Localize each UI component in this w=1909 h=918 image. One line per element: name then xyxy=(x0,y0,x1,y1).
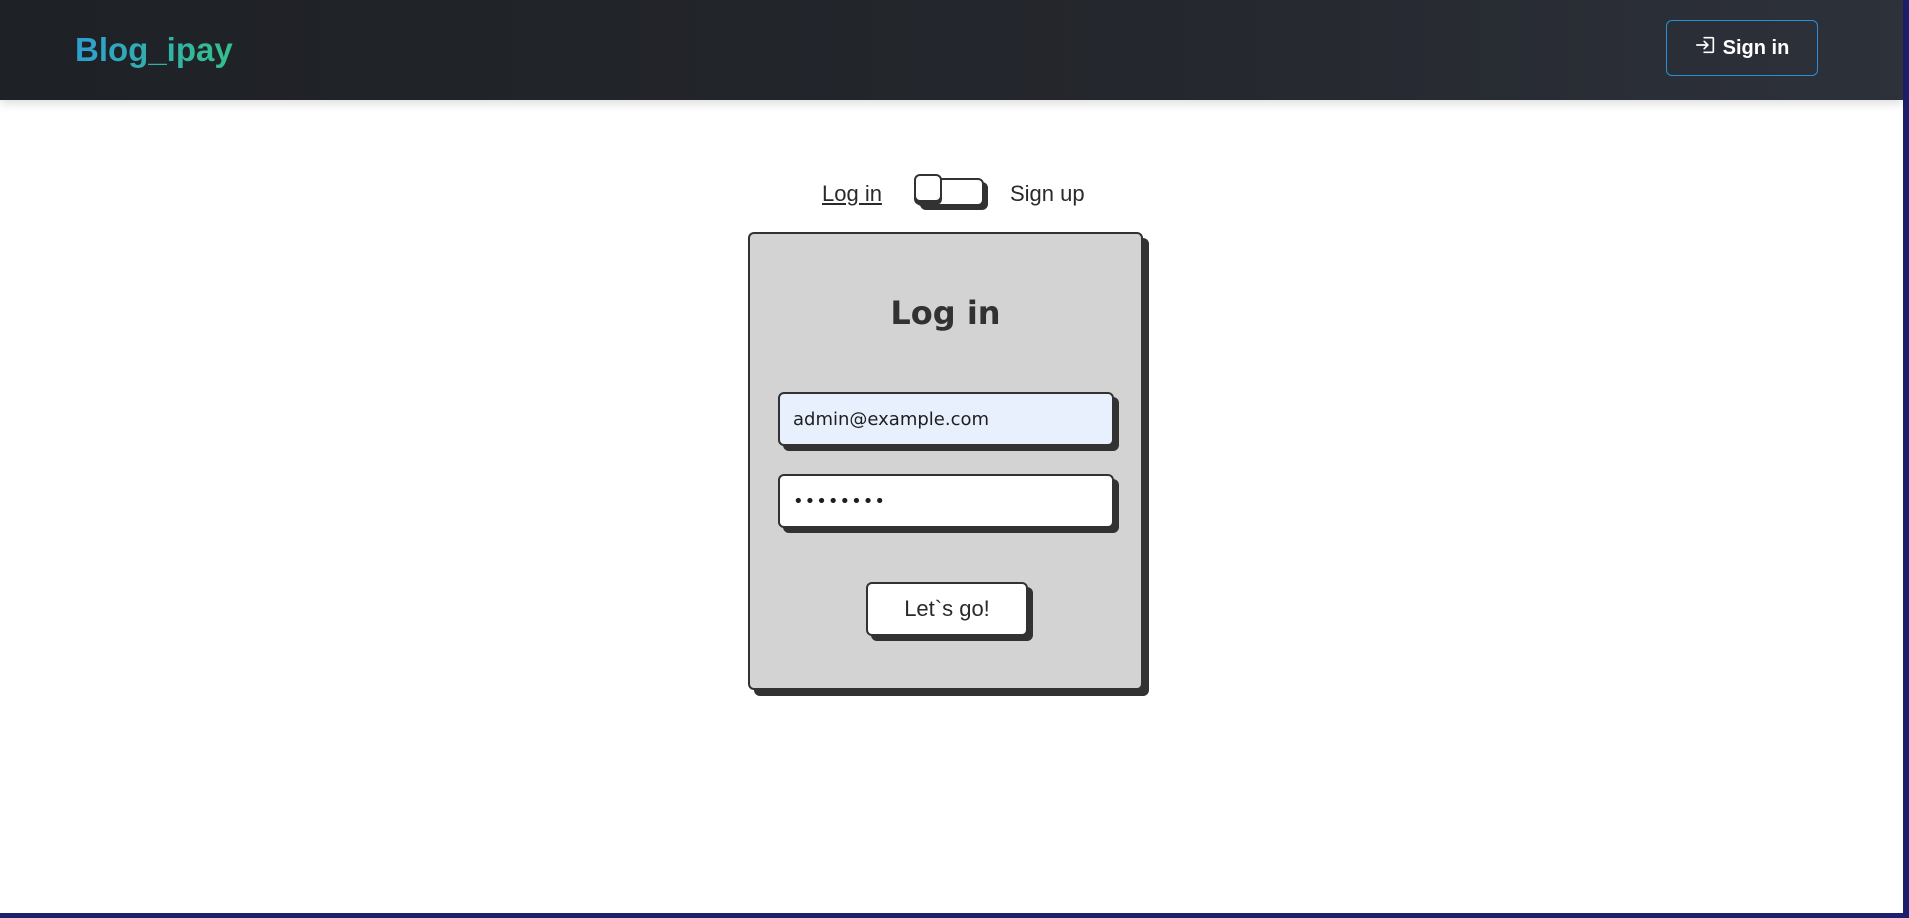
sign-in-button[interactable]: Sign in xyxy=(1666,20,1818,76)
auth-mode-switch: Log in Sign up xyxy=(820,174,1100,216)
signup-mode-label[interactable]: Sign up xyxy=(1010,181,1085,207)
navbar: Blog_ipay Sign in xyxy=(0,0,1903,100)
submit-button[interactable]: Let`s go! xyxy=(866,582,1028,636)
password-field[interactable]: •••••••• xyxy=(778,474,1114,528)
auth-mode-toggle[interactable] xyxy=(914,174,984,206)
email-field[interactable]: admin@example.com xyxy=(778,392,1114,446)
sign-in-label: Sign in xyxy=(1722,36,1790,59)
page: Blog_ipay Sign in Log in Sign up Log in … xyxy=(0,0,1903,913)
brand-logo[interactable]: Blog_ipay xyxy=(75,28,233,72)
login-mode-label[interactable]: Log in xyxy=(822,181,882,207)
login-title: Log in xyxy=(890,294,1001,332)
sign-in-icon xyxy=(1695,34,1717,62)
toggle-knob[interactable] xyxy=(914,174,942,202)
login-card: Log in admin@example.com •••••••• Let`s … xyxy=(748,232,1143,690)
